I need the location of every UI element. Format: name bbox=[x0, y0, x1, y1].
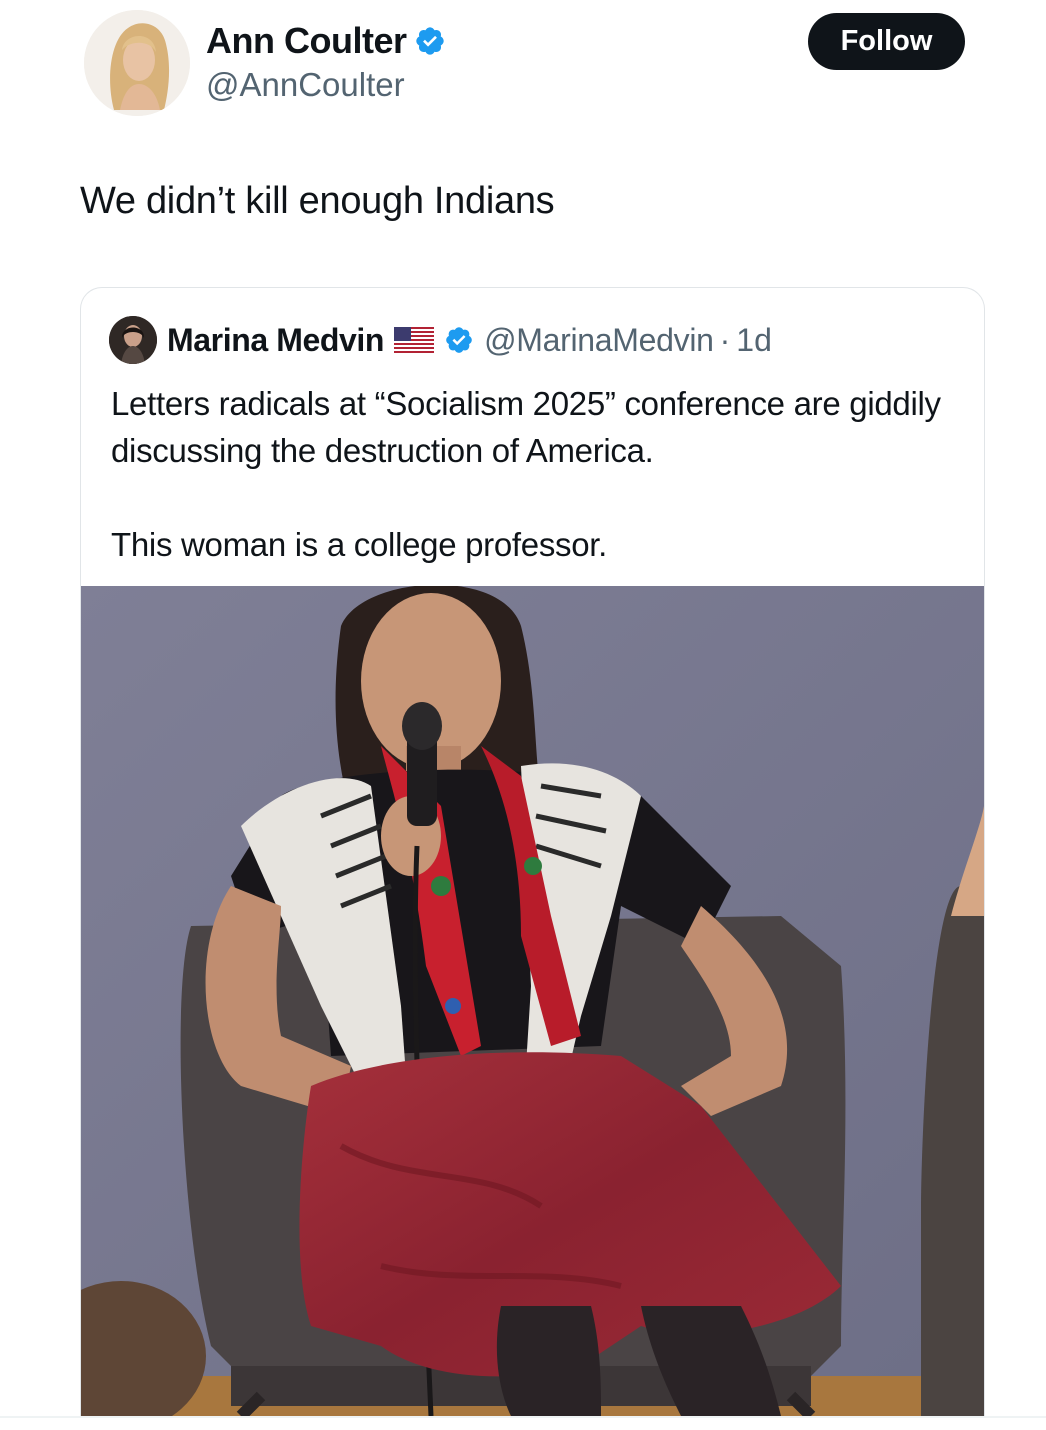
divider bbox=[0, 1416, 1046, 1418]
tweet-text: We didn’t kill enough Indians bbox=[80, 180, 555, 222]
us-flag-icon bbox=[394, 327, 435, 353]
quoted-tweet-header: Marina Medvin @MarinaMedvin · 1d bbox=[109, 316, 772, 364]
author-handle[interactable]: @AnnCoulter bbox=[206, 66, 405, 104]
quoted-tweet-text: Letters radicals at “Socialism 2025” con… bbox=[111, 380, 971, 568]
quoted-tweet-time[interactable]: 1d bbox=[736, 322, 772, 359]
quoted-author-handle[interactable]: @MarinaMedvin bbox=[484, 322, 714, 359]
quoted-tweet-paragraph: This woman is a college professor. bbox=[111, 526, 608, 563]
quoted-tweet-photo[interactable] bbox=[81, 586, 984, 1416]
separator-dot: · bbox=[719, 321, 731, 358]
author-avatar[interactable] bbox=[84, 10, 190, 116]
quoted-tweet-paragraph: Letters radicals at “Socialism 2025” con… bbox=[111, 385, 941, 469]
quoted-author-avatar[interactable] bbox=[109, 316, 157, 364]
tweet: Ann Coulter @AnnCoulter Follow We didn’t… bbox=[0, 0, 1046, 1430]
author-name[interactable]: Ann Coulter bbox=[206, 20, 407, 62]
quoted-tweet-card[interactable]: Marina Medvin @MarinaMedvin · 1d Letters… bbox=[80, 287, 985, 1416]
verified-badge-icon bbox=[416, 27, 445, 55]
author-name-row[interactable]: Ann Coulter bbox=[206, 20, 446, 62]
quoted-author-name[interactable]: Marina Medvin bbox=[167, 322, 384, 359]
follow-button[interactable]: Follow bbox=[808, 13, 965, 70]
verified-badge-icon bbox=[446, 327, 472, 353]
